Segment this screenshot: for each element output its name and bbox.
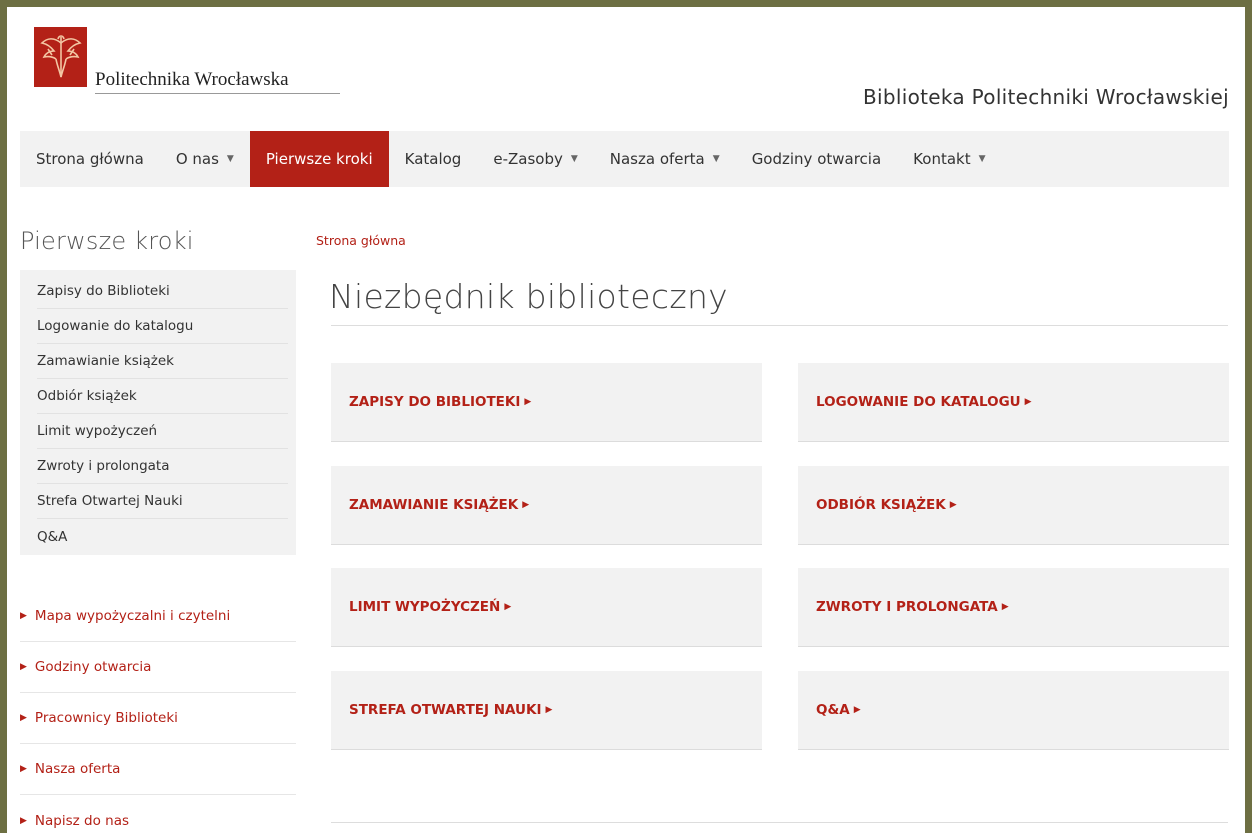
nav-item-pierwsze-kroki[interactable]: Pierwsze kroki — [249, 131, 389, 187]
tile-label: ZWROTY I PROLONGATA — [816, 599, 998, 615]
sidebar-item-zamawianie[interactable]: Zamawianie książek — [37, 344, 288, 379]
nav-label: Kontakt — [913, 150, 971, 168]
divider — [331, 822, 1228, 823]
page-title: Niezbędnik biblioteczny — [329, 277, 729, 316]
nav-label: Godziny otwarcia — [751, 150, 882, 168]
university-name[interactable]: Politechnika Wrocławska — [95, 69, 289, 91]
nav-label: O nas — [175, 150, 219, 168]
triangle-right-icon: ▶ — [20, 662, 27, 672]
nav-label: Strona główna — [36, 150, 144, 168]
sidebar-item-odbior[interactable]: Odbiór książek — [37, 379, 288, 414]
triangle-right-icon: ▶ — [524, 397, 532, 407]
nav-item-o-nas[interactable]: O nas ▼ — [160, 131, 250, 187]
quick-link-mapa[interactable]: ▶ Mapa wypożyczalni i czytelni — [20, 591, 296, 642]
triangle-right-icon: ▶ — [20, 611, 27, 621]
nav-label: e-Zasoby — [493, 150, 563, 168]
sidebar-item-qa[interactable]: Q&A — [37, 519, 288, 554]
quick-link-pracownicy[interactable]: ▶ Pracownicy Biblioteki — [20, 693, 296, 744]
caret-down-icon: ▼ — [226, 154, 234, 164]
tile-logowanie[interactable]: LOGOWANIE DO KATALOGU ▶ — [798, 363, 1229, 442]
sidebar-item-limit[interactable]: Limit wypożyczeń — [37, 414, 288, 449]
university-logo[interactable] — [34, 27, 87, 87]
quick-link-label: Godziny otwarcia — [34, 659, 152, 675]
quick-link-label: Nasza oferta — [34, 761, 121, 777]
tile-label: ODBIÓR KSIĄŻEK — [816, 497, 946, 513]
sidebar-item-zwroty[interactable]: Zwroty i prolongata — [37, 449, 288, 484]
divider — [331, 325, 1228, 326]
triangle-right-icon: ▶ — [853, 705, 861, 715]
caret-down-icon: ▼ — [978, 154, 986, 164]
page-frame: Politechnika Wrocławska Biblioteka Polit… — [7, 7, 1245, 833]
triangle-right-icon: ▶ — [20, 764, 27, 774]
triangle-right-icon: ▶ — [1001, 602, 1009, 612]
quick-link-oferta[interactable]: ▶ Nasza oferta — [20, 744, 296, 795]
nav-item-katalog[interactable]: Katalog — [389, 131, 478, 187]
nav-item-godziny-otwarcia[interactable]: Godziny otwarcia — [736, 131, 897, 187]
main-nav: Strona główna O nas ▼ Pierwsze kroki Kata… — [20, 131, 1229, 187]
nav-item-nasza-oferta[interactable]: Nasza oferta ▼ — [594, 131, 736, 187]
tile-label: LIMIT WYPOŻYCZEŃ — [349, 599, 501, 615]
tile-zapisy[interactable]: ZAPISY DO BIBLIOTEKI ▶ — [331, 363, 762, 442]
triangle-right-icon: ▶ — [20, 713, 27, 723]
nav-label: Pierwsze kroki — [265, 150, 373, 168]
quick-link-label: Pracownicy Biblioteki — [34, 710, 178, 726]
sidebar-item-zapisy[interactable]: Zapisy do Biblioteki — [37, 274, 288, 309]
tile-limit[interactable]: LIMIT WYPOŻYCZEŃ ▶ — [331, 568, 762, 647]
tile-label: LOGOWANIE DO KATALOGU — [816, 394, 1021, 410]
nav-item-strona-glowna[interactable]: Strona główna — [20, 131, 160, 187]
sidebar-quick-links: ▶ Mapa wypożyczalni i czytelni ▶ Godziny o… — [20, 591, 296, 833]
quick-link-godziny[interactable]: ▶ Godziny otwarcia — [20, 642, 296, 693]
nav-label: Katalog — [404, 150, 462, 168]
sidebar-item-logowanie[interactable]: Logowanie do katalogu — [37, 309, 288, 344]
caret-down-icon: ▼ — [712, 154, 720, 164]
tile-label: STREFA OTWARTEJ NAUKI — [349, 702, 542, 718]
site-title: Biblioteka Politechniki Wrocławskiej — [863, 85, 1229, 109]
tile-odbior[interactable]: ODBIÓR KSIĄŻEK ▶ — [798, 466, 1229, 545]
triangle-right-icon: ▶ — [1024, 397, 1032, 407]
logo-underline — [95, 93, 340, 94]
sidebar-menu: Zapisy do Biblioteki Logowanie do katalo… — [20, 270, 296, 555]
eagle-crest-icon — [39, 35, 82, 78]
triangle-right-icon: ▶ — [522, 500, 530, 510]
quick-link-label: Mapa wypożyczalni i czytelni — [34, 608, 231, 624]
sidebar-item-strefa[interactable]: Strefa Otwartej Nauki — [37, 484, 288, 519]
tile-zwroty[interactable]: ZWROTY I PROLONGATA ▶ — [798, 568, 1229, 647]
triangle-right-icon: ▶ — [504, 602, 512, 612]
tile-strefa[interactable]: STREFA OTWARTEJ NAUKI ▶ — [331, 671, 762, 750]
tile-label: ZAPISY DO BIBLIOTEKI — [349, 394, 521, 410]
nav-item-kontakt[interactable]: Kontakt ▼ — [897, 131, 1001, 187]
breadcrumb[interactable]: Strona główna — [316, 233, 406, 248]
tile-zamawianie[interactable]: ZAMAWIANIE KSIĄŻEK ▶ — [331, 466, 762, 545]
quick-link-label: Napisz do nas — [34, 812, 130, 829]
nav-item-e-zasoby[interactable]: e-Zasoby ▼ — [477, 131, 593, 187]
triangle-right-icon: ▶ — [545, 705, 553, 715]
tile-label: Q&A — [816, 702, 850, 718]
quick-link-napisz[interactable]: ▶ Napisz do nas — [20, 795, 296, 833]
nav-label: Nasza oferta — [609, 150, 705, 168]
tile-qa[interactable]: Q&A ▶ — [798, 671, 1229, 750]
sidebar-heading: Pierwsze kroki — [20, 227, 194, 255]
triangle-right-icon: ▶ — [20, 815, 27, 826]
tile-label: ZAMAWIANIE KSIĄŻEK — [349, 497, 519, 513]
triangle-right-icon: ▶ — [949, 500, 957, 510]
caret-down-icon: ▼ — [570, 154, 578, 164]
